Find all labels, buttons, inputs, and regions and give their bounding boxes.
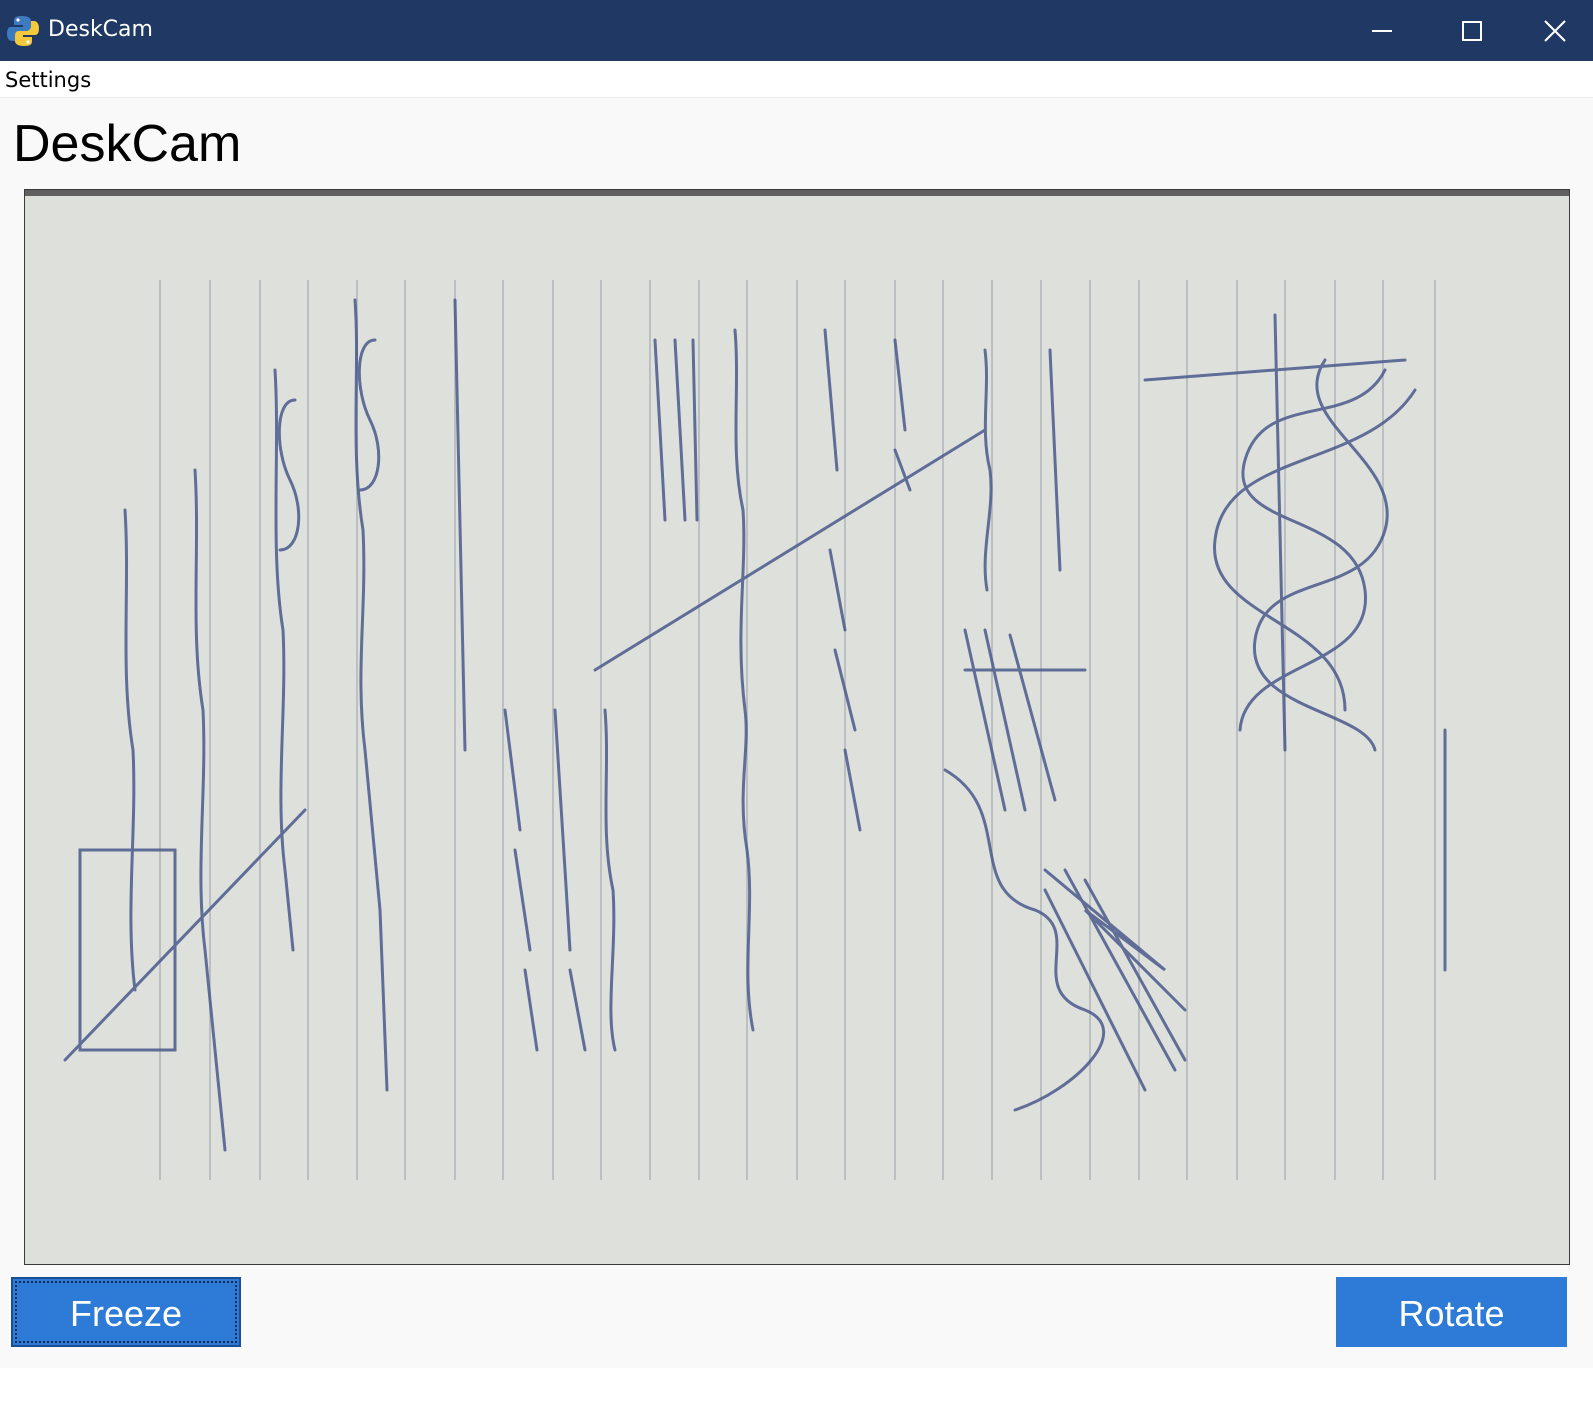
window-title: DeskCam bbox=[48, 17, 153, 42]
page-title: DeskCam bbox=[13, 115, 242, 173]
minimize-button[interactable] bbox=[1337, 0, 1427, 61]
camera-feed-image bbox=[25, 190, 1569, 1264]
title-bar[interactable]: DeskCam bbox=[0, 0, 1593, 61]
maximize-icon bbox=[1462, 20, 1482, 41]
menu-item-settings[interactable]: Settings bbox=[5, 67, 91, 93]
rotate-button[interactable]: Rotate bbox=[1336, 1277, 1567, 1347]
python-app-icon bbox=[7, 16, 39, 46]
freeze-button[interactable]: Freeze bbox=[11, 1277, 241, 1347]
close-button[interactable] bbox=[1517, 0, 1593, 61]
camera-view[interactable] bbox=[24, 189, 1570, 1265]
deskcam-window: DeskCam Settings DeskCam Freeze Rotate bbox=[0, 0, 1593, 1402]
menu-bar: Settings bbox=[0, 61, 1593, 98]
status-strip bbox=[0, 1368, 1593, 1402]
minimize-icon bbox=[1372, 29, 1392, 32]
close-icon bbox=[1544, 19, 1566, 42]
maximize-button[interactable] bbox=[1427, 0, 1517, 61]
